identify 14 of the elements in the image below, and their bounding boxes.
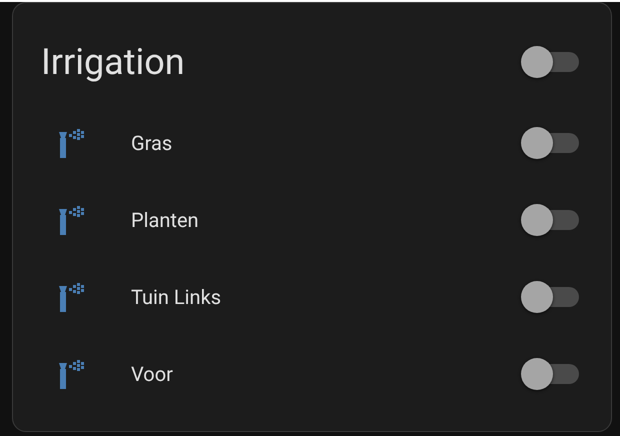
toggle-switch[interactable] [521, 356, 579, 390]
switch-label: Tuin Links [131, 284, 222, 308]
toggle-switch[interactable] [521, 126, 579, 160]
switch-label: Planten [131, 208, 200, 232]
toggle-switch[interactable] [521, 202, 579, 236]
sprinkler-icon [57, 204, 85, 234]
sprinkler-icon [57, 358, 85, 388]
card-title: Irrigation [41, 40, 185, 84]
master-toggle[interactable] [521, 45, 579, 79]
sprinkler-icon [57, 128, 85, 158]
switch-label: Voor [131, 362, 174, 386]
sprinkler-icon [57, 282, 85, 312]
switch-label: Gras [131, 130, 174, 154]
toggle-switch[interactable] [521, 280, 579, 314]
